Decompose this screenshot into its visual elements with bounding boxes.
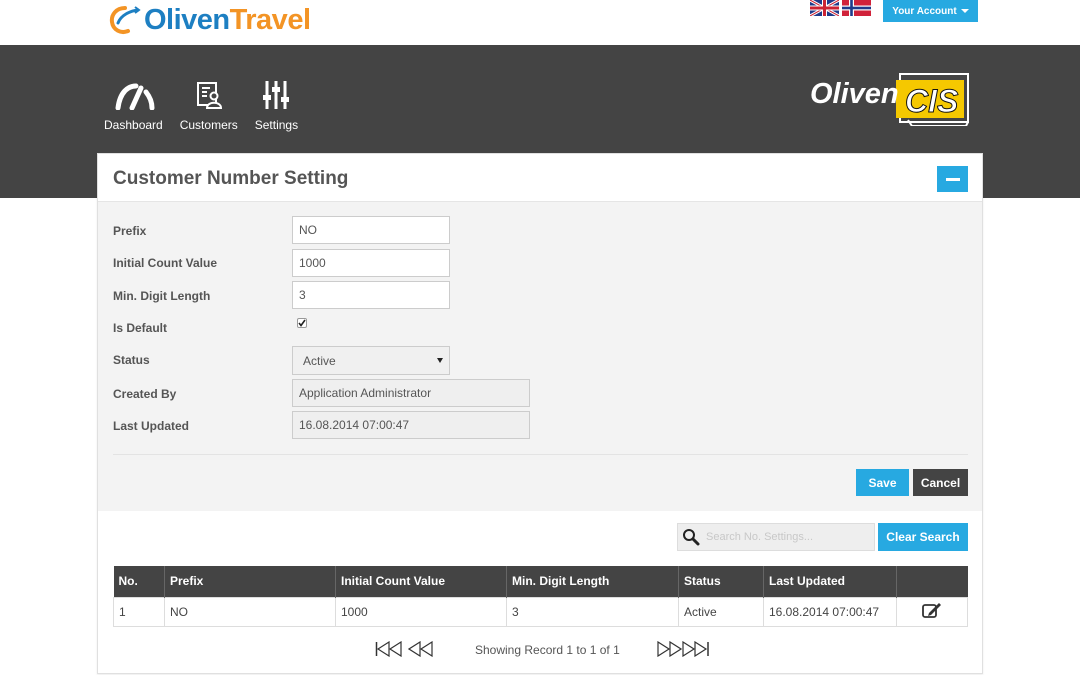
- logo-swirl-icon: [109, 6, 141, 34]
- nav-item-customers[interactable]: Customers: [180, 78, 238, 132]
- col-header-initial-count[interactable]: Initial Count Value: [335, 566, 507, 597]
- search-input[interactable]: [706, 531, 866, 543]
- nav-label-dashboard: Dashboard: [104, 118, 163, 132]
- save-button[interactable]: Save: [856, 469, 909, 496]
- pagination-status: Showing Record 1 to 1 of 1: [475, 643, 620, 657]
- table-row[interactable]: 1 NO 1000 3 Active 16.08.2014 07:00:47: [113, 596, 968, 627]
- nav-item-settings[interactable]: Settings: [255, 78, 298, 132]
- status-select[interactable]: Active: [292, 346, 450, 375]
- search-box: [677, 523, 875, 551]
- settings-table: No. Prefix Initial Count Value Min. Digi…: [113, 566, 968, 627]
- min-digit-label: Min. Digit Length: [113, 289, 211, 303]
- form-divider: [113, 454, 968, 455]
- collapse-button[interactable]: [937, 166, 968, 192]
- cell-no: 1: [113, 596, 165, 627]
- caret-down-icon: [960, 9, 969, 13]
- prefix-label: Prefix: [113, 224, 147, 238]
- cancel-button[interactable]: Cancel: [913, 469, 968, 496]
- cell-initial-count: 1000: [335, 596, 507, 627]
- svg-text:CIS: CIS: [905, 83, 959, 119]
- status-select-value: Active: [303, 354, 336, 368]
- customer-number-setting-panel: Customer Number Setting Prefix Initial C…: [97, 153, 983, 674]
- oliven-cis-logo: Oliven CIS: [810, 73, 969, 126]
- col-header-actions: [896, 566, 968, 597]
- settings-form: Prefix Initial Count Value Min. Digit Le…: [98, 202, 982, 511]
- first-page-icon[interactable]: [375, 641, 403, 657]
- col-header-last-updated[interactable]: Last Updated: [763, 566, 897, 597]
- main-nav: Dashboard Customers Settings: [104, 78, 315, 132]
- norway-flag-icon[interactable]: [842, 0, 871, 16]
- col-header-no[interactable]: No.: [113, 566, 165, 597]
- last-updated-field: [292, 411, 530, 439]
- col-header-prefix[interactable]: Prefix: [164, 566, 336, 597]
- min-digit-input[interactable]: [292, 281, 450, 309]
- initial-count-label: Initial Count Value: [113, 256, 218, 270]
- language-flags: [810, 0, 871, 16]
- is-default-label: Is Default: [113, 321, 168, 335]
- last-updated-label: Last Updated: [113, 419, 190, 433]
- nav-item-dashboard[interactable]: Dashboard: [104, 78, 163, 132]
- nav-label-settings: Settings: [254, 118, 299, 132]
- search-icon: [683, 529, 700, 546]
- panel-header: Customer Number Setting: [98, 154, 982, 202]
- cell-actions: [896, 596, 968, 627]
- customer-card-icon: [196, 82, 222, 109]
- gauge-icon: [115, 83, 155, 110]
- col-header-status[interactable]: Status: [678, 566, 764, 597]
- prefix-input[interactable]: [292, 216, 450, 244]
- created-by-label: Created By: [113, 387, 177, 401]
- svg-text:Oliven: Oliven: [810, 78, 899, 110]
- sliders-icon: [263, 81, 290, 109]
- nav-label-customers: Customers: [179, 118, 238, 132]
- previous-page-icon[interactable]: [408, 641, 434, 657]
- page-title: Customer Number Setting: [113, 168, 349, 189]
- uk-flag-icon[interactable]: [810, 0, 839, 16]
- status-label: Status: [113, 353, 150, 367]
- your-account-button[interactable]: Your Account: [883, 0, 978, 22]
- minus-icon: [945, 177, 960, 181]
- top-bar: OlivenTravel Your Account: [0, 0, 1080, 45]
- is-default-checkbox[interactable]: [297, 318, 307, 328]
- next-page-icon[interactable]: [656, 641, 682, 657]
- checkmark-icon: [298, 319, 306, 327]
- last-page-icon[interactable]: [682, 641, 710, 657]
- clear-search-button[interactable]: Clear Search: [878, 523, 968, 551]
- cell-status: Active: [678, 596, 764, 627]
- pagination: Showing Record 1 to 1 of 1: [98, 639, 982, 659]
- initial-count-input[interactable]: [292, 249, 450, 277]
- created-by-field: [292, 379, 530, 407]
- edit-icon[interactable]: [921, 601, 943, 619]
- cell-last-updated: 16.08.2014 07:00:47: [763, 596, 897, 627]
- cell-min-digit: 3: [506, 596, 679, 627]
- table-header-row: No. Prefix Initial Count Value Min. Digi…: [113, 566, 968, 597]
- cell-prefix: NO: [164, 596, 336, 627]
- col-header-min-digit[interactable]: Min. Digit Length: [506, 566, 679, 597]
- your-account-label: Your Account: [892, 5, 957, 17]
- logo-text-part2: Travel: [229, 4, 311, 36]
- oliven-travel-logo[interactable]: OlivenTravel: [108, 0, 311, 40]
- dropdown-arrow-icon: [437, 358, 443, 363]
- logo-text-part1: Oliven: [144, 4, 230, 36]
